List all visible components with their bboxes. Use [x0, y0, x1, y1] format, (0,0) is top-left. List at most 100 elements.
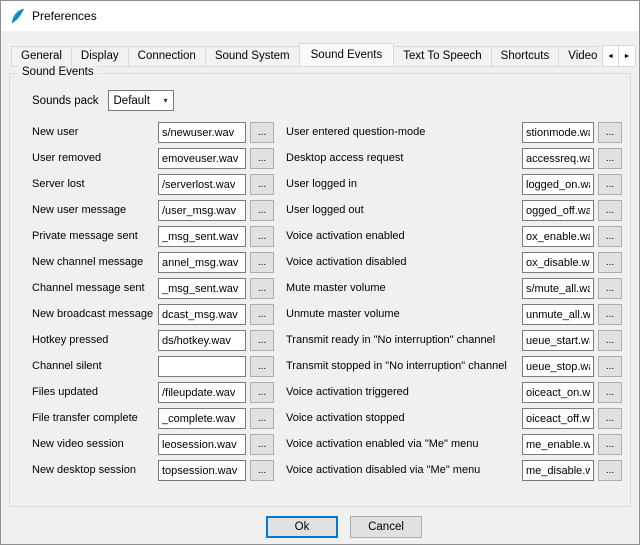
- sounds-pack-select[interactable]: Default ▾: [108, 90, 174, 111]
- browse-button-new-video-session[interactable]: ...: [250, 434, 274, 455]
- sound-file-input-voice-activation-enabled[interactable]: [522, 226, 594, 247]
- browse-button-hotkey-pressed[interactable]: ...: [250, 330, 274, 351]
- sound-file-input-file-transfer-complete[interactable]: [158, 408, 246, 429]
- browse-button-server-lost[interactable]: ...: [250, 174, 274, 195]
- browse-button-channel-message-sent[interactable]: ...: [250, 278, 274, 299]
- browse-button-desktop-access-request[interactable]: ...: [598, 148, 622, 169]
- sound-event-label-new-video-session: New video session: [32, 434, 154, 455]
- sound-event-label-new-desktop-session: New desktop session: [32, 460, 154, 481]
- ok-button[interactable]: Ok: [266, 516, 338, 538]
- tab-scroll-left-icon[interactable]: ◄: [602, 45, 619, 67]
- sound-event-label-files-updated: Files updated: [32, 382, 154, 403]
- sound-file-input-channel-message-sent[interactable]: [158, 278, 246, 299]
- sound-event-label-voice-activation-disabled-via-me-menu: Voice activation disabled via "Me" menu: [278, 460, 518, 481]
- group-title: Sound Events: [18, 66, 98, 78]
- browse-button-voice-activation-stopped[interactable]: ...: [598, 408, 622, 429]
- sound-file-input-desktop-access-request[interactable]: [522, 148, 594, 169]
- browse-button-transmit-stopped-in-no-interruption-channel[interactable]: ...: [598, 356, 622, 377]
- app-icon: [9, 8, 25, 24]
- sound-file-input-transmit-ready-in-no-interruption-channel[interactable]: [522, 330, 594, 351]
- browse-button-voice-activation-disabled[interactable]: ...: [598, 252, 622, 273]
- sound-file-input-voice-activation-stopped[interactable]: [522, 408, 594, 429]
- sound-file-input-new-video-session[interactable]: [158, 434, 246, 455]
- sound-event-label-voice-activation-enabled: Voice activation enabled: [278, 226, 518, 247]
- sound-file-input-voice-activation-disabled-via-me-menu[interactable]: [522, 460, 594, 481]
- tab-general[interactable]: General: [11, 46, 72, 67]
- tab-connection[interactable]: Connection: [129, 46, 206, 67]
- sound-event-label-new-broadcast-message: New broadcast message: [32, 304, 154, 325]
- dropdown-arrow-icon: ▾: [163, 96, 167, 105]
- cancel-button[interactable]: Cancel: [350, 516, 422, 538]
- sound-file-input-new-user[interactable]: [158, 122, 246, 143]
- tab-sound-system[interactable]: Sound System: [206, 46, 300, 67]
- tab-scroll-right-icon[interactable]: ►: [619, 45, 636, 67]
- browse-button-file-transfer-complete[interactable]: ...: [250, 408, 274, 429]
- browse-button-channel-silent[interactable]: ...: [250, 356, 274, 377]
- tab-display[interactable]: Display: [72, 46, 129, 67]
- tab-text-to-speech[interactable]: Text To Speech: [394, 46, 491, 67]
- sound-event-label-voice-activation-stopped: Voice activation stopped: [278, 408, 518, 429]
- sound-event-label-user-removed: User removed: [32, 148, 154, 169]
- browse-button-new-user[interactable]: ...: [250, 122, 274, 143]
- browse-button-transmit-ready-in-no-interruption-channel[interactable]: ...: [598, 330, 622, 351]
- sound-file-input-new-user-message[interactable]: [158, 200, 246, 221]
- browse-button-unmute-master-volume[interactable]: ...: [598, 304, 622, 325]
- sound-file-input-transmit-stopped-in-no-interruption-channel[interactable]: [522, 356, 594, 377]
- sound-file-input-new-broadcast-message[interactable]: [158, 304, 246, 325]
- sound-event-label-unmute-master-volume: Unmute master volume: [278, 304, 518, 325]
- browse-button-new-desktop-session[interactable]: ...: [250, 460, 274, 481]
- sound-file-input-hotkey-pressed[interactable]: [158, 330, 246, 351]
- sound-file-input-private-message-sent[interactable]: [158, 226, 246, 247]
- sound-event-label-channel-silent: Channel silent: [32, 356, 154, 377]
- sounds-pack-value: Default: [114, 95, 150, 107]
- browse-button-new-broadcast-message[interactable]: ...: [250, 304, 274, 325]
- sound-event-label-user-entered-question-mode: User entered question-mode: [278, 122, 518, 143]
- sound-event-label-file-transfer-complete: File transfer complete: [32, 408, 154, 429]
- browse-button-user-entered-question-mode[interactable]: ...: [598, 122, 622, 143]
- sound-file-input-voice-activation-triggered[interactable]: [522, 382, 594, 403]
- sound-event-label-channel-message-sent: Channel message sent: [32, 278, 154, 299]
- sound-file-input-voice-activation-disabled[interactable]: [522, 252, 594, 273]
- sound-event-label-voice-activation-triggered: Voice activation triggered: [278, 382, 518, 403]
- dialog-footer: Ok Cancel: [25, 516, 640, 538]
- tab-shortcuts[interactable]: Shortcuts: [492, 46, 560, 67]
- browse-button-user-logged-out[interactable]: ...: [598, 200, 622, 221]
- sound-event-label-user-logged-out: User logged out: [278, 200, 518, 221]
- sound-file-input-new-desktop-session[interactable]: [158, 460, 246, 481]
- sound-event-label-transmit-ready-in-no-interruption-channel: Transmit ready in "No interruption" chan…: [278, 330, 518, 351]
- sound-file-input-user-entered-question-mode[interactable]: [522, 122, 594, 143]
- window-title: Preferences: [32, 9, 97, 23]
- sound-file-input-mute-master-volume[interactable]: [522, 278, 594, 299]
- browse-button-private-message-sent[interactable]: ...: [250, 226, 274, 247]
- sound-event-label-voice-activation-enabled-via-me-menu: Voice activation enabled via "Me" menu: [278, 434, 518, 455]
- sound-event-label-new-user: New user: [32, 122, 154, 143]
- sound-file-input-new-channel-message[interactable]: [158, 252, 246, 273]
- browse-button-new-channel-message[interactable]: ...: [250, 252, 274, 273]
- browse-button-new-user-message[interactable]: ...: [250, 200, 274, 221]
- tab-strip: GeneralDisplayConnectionSound SystemSoun…: [1, 31, 639, 67]
- sound-file-input-server-lost[interactable]: [158, 174, 246, 195]
- sounds-pack-label: Sounds pack: [32, 95, 99, 107]
- browse-button-mute-master-volume[interactable]: ...: [598, 278, 622, 299]
- browse-button-user-removed[interactable]: ...: [250, 148, 274, 169]
- browse-button-voice-activation-triggered[interactable]: ...: [598, 382, 622, 403]
- sound-file-input-files-updated[interactable]: [158, 382, 246, 403]
- browse-button-user-logged-in[interactable]: ...: [598, 174, 622, 195]
- sound-file-input-voice-activation-enabled-via-me-menu[interactable]: [522, 434, 594, 455]
- sound-events-group: Sound Events Sounds pack Default ▾ New u…: [9, 73, 631, 507]
- browse-button-voice-activation-disabled-via-me-menu[interactable]: ...: [598, 460, 622, 481]
- sound-event-label-user-logged-in: User logged in: [278, 174, 518, 195]
- browse-button-voice-activation-enabled-via-me-menu[interactable]: ...: [598, 434, 622, 455]
- sound-event-label-voice-activation-disabled: Voice activation disabled: [278, 252, 518, 273]
- sound-file-input-user-removed[interactable]: [158, 148, 246, 169]
- title-bar: Preferences: [1, 1, 639, 31]
- browse-button-voice-activation-enabled[interactable]: ...: [598, 226, 622, 247]
- sound-file-input-channel-silent[interactable]: [158, 356, 246, 377]
- sound-file-input-user-logged-out[interactable]: [522, 200, 594, 221]
- sound-event-label-private-message-sent: Private message sent: [32, 226, 154, 247]
- sound-file-input-unmute-master-volume[interactable]: [522, 304, 594, 325]
- browse-button-files-updated[interactable]: ...: [250, 382, 274, 403]
- sound-file-input-user-logged-in[interactable]: [522, 174, 594, 195]
- tab-sound-events[interactable]: Sound Events: [299, 43, 395, 67]
- sound-event-label-new-channel-message: New channel message: [32, 252, 154, 273]
